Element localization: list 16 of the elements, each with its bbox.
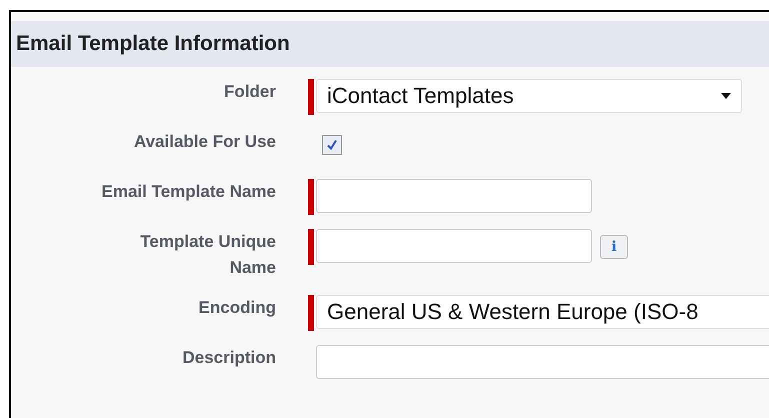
input-field[interactable] <box>316 179 592 213</box>
select-field[interactable]: General US & Western Europe (ISO-8 <box>316 295 769 329</box>
checkbox[interactable] <box>322 135 342 155</box>
field-label: Available For Use <box>132 131 276 153</box>
caret-icon <box>721 93 731 99</box>
field-label: Email Template Name <box>100 181 276 203</box>
select-field[interactable]: iContact Templates <box>316 79 742 113</box>
info-button[interactable]: i <box>600 235 628 259</box>
input-field[interactable] <box>316 229 592 263</box>
field-label: Encoding <box>198 297 276 319</box>
field-label: Template Unique Name <box>139 231 276 279</box>
check-icon <box>326 139 338 151</box>
field-label: Description <box>181 347 276 369</box>
section-title: Email Template Information <box>16 32 290 56</box>
field-label: Folder <box>223 81 276 103</box>
input-field[interactable] <box>316 345 769 379</box>
